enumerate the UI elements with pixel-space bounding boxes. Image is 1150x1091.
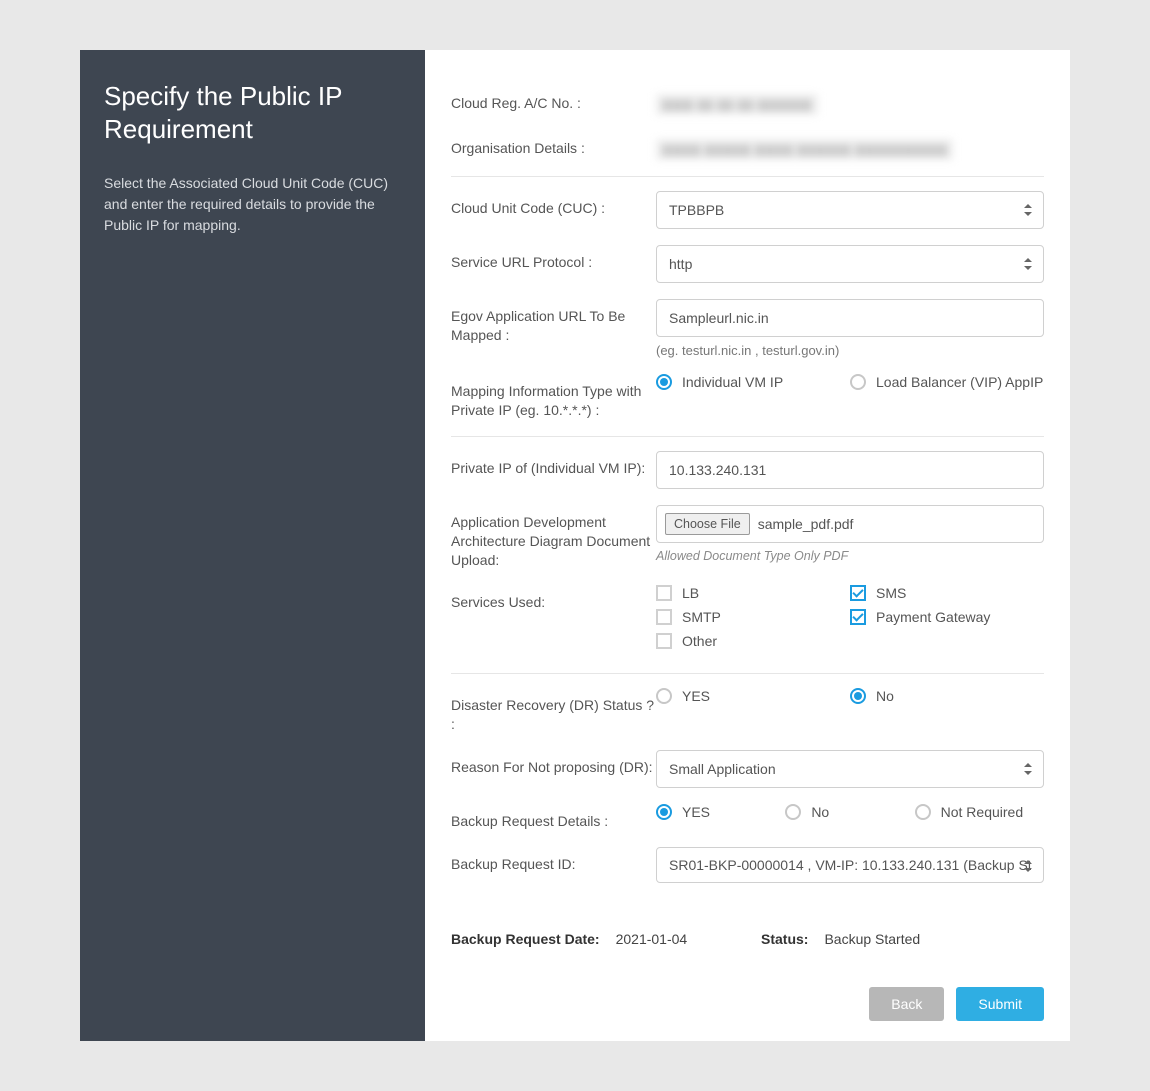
checkbox-label: SMS [876,585,906,601]
label-backup-id: Backup Request ID: [451,847,656,874]
radio-label: YES [682,688,710,704]
radio-load-balancer[interactable]: Load Balancer (VIP) AppIP [850,374,1044,390]
row-backup-id: Backup Request ID: SR01-BKP-00000014 , V… [451,839,1044,891]
input-egov-url[interactable] [656,299,1044,337]
row-cloud-reg: Cloud Reg. A/C No. : ▮▮▮▮-▮▮-▮▮-▮▮-▮▮▮▮▮… [451,78,1044,123]
input-private-ip[interactable] [656,451,1044,489]
file-name: sample_pdf.pdf [758,516,854,532]
radio-label: Individual VM IP [682,374,783,390]
radio-label: No [876,688,894,704]
row-cuc: Cloud Unit Code (CUC) : TPBBPB [451,183,1044,237]
label-cuc: Cloud Unit Code (CUC) : [451,191,656,218]
label-services-used: Services Used: [451,585,656,612]
row-egov-url: Egov Application URL To Be Mapped : (eg.… [451,291,1044,366]
value-cloud-reg: ▮▮▮▮-▮▮-▮▮-▮▮-▮▮▮▮▮▮▮ [656,94,818,115]
checkbox-label: SMTP [682,609,721,625]
select-cuc[interactable]: TPBBPB [656,191,1044,229]
label-protocol: Service URL Protocol : [451,245,656,272]
checkbox-label: Payment Gateway [876,609,990,625]
row-dr-reason: Reason For Not proposing (DR): Small App… [451,742,1044,796]
checkbox-label: LB [682,585,699,601]
checkbox-other[interactable]: Other [656,633,850,649]
select-protocol[interactable]: http [656,245,1044,283]
label-arch-doc: Application Development Architecture Dia… [451,505,656,570]
select-backup-id[interactable]: SR01-BKP-00000014 , VM-IP: 10.133.240.13… [656,847,1044,883]
row-org-details: Organisation Details : ▮▮▮▮▮ ▮▮▮▮▮▮ ▮▮▮▮… [451,123,1044,177]
page-title: Specify the Public IP Requirement [104,80,401,145]
form-footer: Back Submit [451,947,1044,1021]
label-backup-details: Backup Request Details : [451,804,656,831]
row-protocol: Service URL Protocol : http [451,237,1044,291]
label-egov-url: Egov Application URL To Be Mapped : [451,299,656,345]
checkbox-label: Other [682,633,717,649]
radio-dr-yes[interactable]: YES [656,688,850,704]
checkbox-icon [656,633,672,649]
form-card: Specify the Public IP Requirement Select… [80,50,1070,1041]
sidebar: Specify the Public IP Requirement Select… [80,50,425,1041]
radio-backup-no[interactable]: No [785,804,914,820]
submit-button[interactable]: Submit [956,987,1044,1021]
checkbox-smtp[interactable]: SMTP [656,609,850,625]
checkbox-payment-gateway[interactable]: Payment Gateway [850,609,1044,625]
label-status: Status: [761,931,808,947]
label-mapping-type: Mapping Information Type with Private IP… [451,374,656,420]
checkbox-lb[interactable]: LB [656,585,850,601]
row-private-ip: Private IP of (Individual VM IP): [451,443,1044,497]
label-backup-date: Backup Request Date: [451,931,600,947]
row-backup-details: Backup Request Details : YES No Not Requ… [451,796,1044,839]
file-input-arch-doc[interactable]: Choose File sample_pdf.pdf [656,505,1044,543]
radio-backup-not-required[interactable]: Not Required [915,804,1044,820]
choose-file-button[interactable]: Choose File [665,513,750,535]
row-dr-status: Disaster Recovery (DR) Status ? : YES No [451,680,1044,742]
label-dr-reason: Reason For Not proposing (DR): [451,750,656,777]
checkbox-icon [656,609,672,625]
select-dr-reason[interactable]: Small Application [656,750,1044,788]
row-services-used: Services Used: LB SMS SMTP [451,577,1044,674]
radio-label: No [811,804,829,820]
radio-dr-no[interactable]: No [850,688,1044,704]
label-dr-status: Disaster Recovery (DR) Status ? : [451,688,656,734]
label-org-details: Organisation Details : [451,131,656,158]
radio-icon [656,688,672,704]
label-private-ip: Private IP of (Individual VM IP): [451,451,656,478]
radio-label: Not Required [941,804,1024,820]
checkbox-sms[interactable]: SMS [850,585,1044,601]
label-cloud-reg: Cloud Reg. A/C No. : [451,86,656,113]
hint-egov-url: (eg. testurl.nic.in , testurl.gov.in) [656,343,1044,358]
radio-icon [915,804,931,820]
checkbox-icon [656,585,672,601]
back-button[interactable]: Back [869,987,944,1021]
radio-icon [850,688,866,704]
hint-arch-doc: Allowed Document Type Only PDF [656,549,1044,563]
radio-icon [850,374,866,390]
radio-label: YES [682,804,710,820]
radio-icon [785,804,801,820]
checkbox-icon [850,585,866,601]
radio-icon [656,374,672,390]
row-arch-doc: Application Development Architecture Dia… [451,497,1044,578]
checkbox-icon [850,609,866,625]
form-main: Cloud Reg. A/C No. : ▮▮▮▮-▮▮-▮▮-▮▮-▮▮▮▮▮… [425,50,1070,1041]
page-description: Select the Associated Cloud Unit Code (C… [104,173,401,236]
value-status: Backup Started [824,931,920,947]
row-mapping-type: Mapping Information Type with Private IP… [451,366,1044,437]
radio-label: Load Balancer (VIP) AppIP [876,374,1043,390]
backup-summary: Backup Request Date: 2021-01-04 Status: … [451,931,1044,947]
radio-icon [656,804,672,820]
radio-individual-vm-ip[interactable]: Individual VM IP [656,374,850,390]
radio-backup-yes[interactable]: YES [656,804,785,820]
value-backup-date: 2021-01-04 [616,931,688,947]
value-org-details: ▮▮▮▮▮ ▮▮▮▮▮▮ ▮▮▮▮▮ ▮▮▮▮▮▮▮ ▮▮▮▮▮▮▮▮▮▮▮▮ [656,139,953,160]
